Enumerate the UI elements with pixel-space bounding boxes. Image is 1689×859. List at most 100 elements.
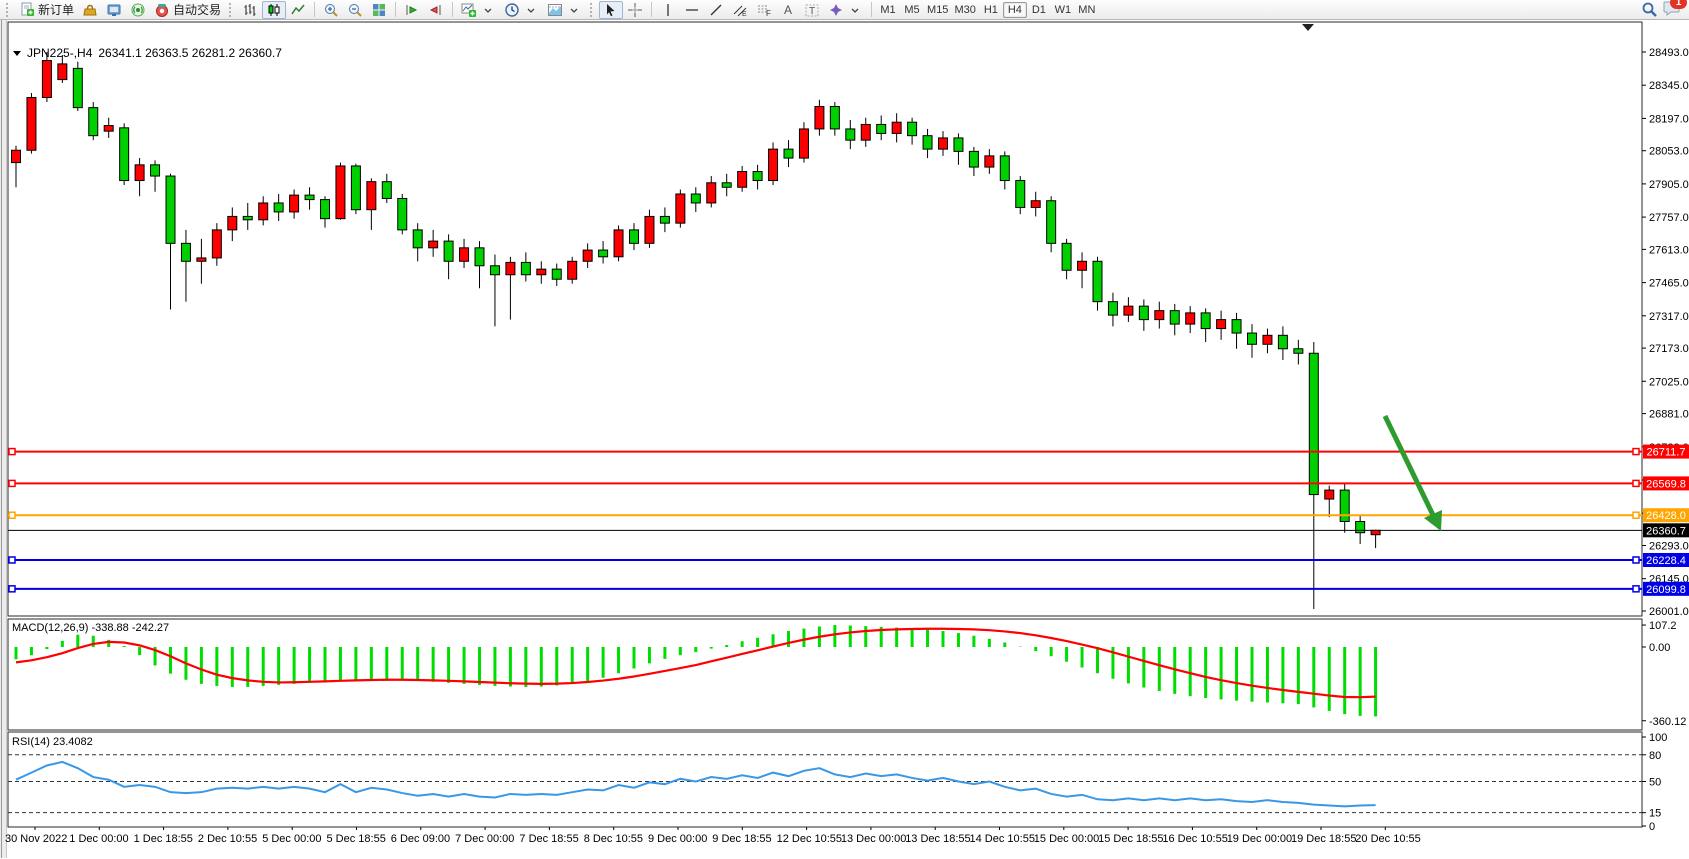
toolbar-grip xyxy=(590,3,595,17)
chevron-down-icon xyxy=(566,2,582,18)
candle xyxy=(1278,335,1287,348)
candle xyxy=(259,203,268,220)
time-tick-label: 13 Dec 18:55 xyxy=(905,833,970,845)
bar-chart-button[interactable] xyxy=(238,1,262,19)
symbol-dropdown-icon[interactable] xyxy=(13,51,21,56)
time-tick-label: 13 Dec 00:00 xyxy=(841,833,906,845)
time-axis[interactable]: 30 Nov 20221 Dec 00:001 Dec 18:552 Dec 1… xyxy=(5,827,1421,845)
symbol-info: JPN225-,H4 26341.1 26363.5 26281.2 26360… xyxy=(13,46,282,60)
candle xyxy=(1000,156,1009,181)
line-chart-button[interactable] xyxy=(286,1,310,19)
chat-button[interactable]: 1 xyxy=(1663,0,1681,19)
svg-text:26428.0: 26428.0 xyxy=(1646,510,1686,522)
indicators-button[interactable] xyxy=(457,1,500,19)
candle xyxy=(1356,521,1365,532)
candle xyxy=(1263,335,1272,344)
search-icon[interactable] xyxy=(1641,2,1657,18)
trendline-tool-button[interactable] xyxy=(704,1,728,19)
zoom-in-button[interactable] xyxy=(319,1,343,19)
periods-button[interactable] xyxy=(500,1,543,19)
candle xyxy=(1186,313,1195,324)
equidistant-channel-tool-button[interactable]: E xyxy=(728,1,752,19)
rsi-tick-label: 100 xyxy=(1649,732,1667,744)
timeframe-m30[interactable]: M30 xyxy=(951,2,978,18)
signals-icon xyxy=(130,2,146,18)
time-tick-label: 7 Dec 18:55 xyxy=(519,833,578,845)
candle xyxy=(290,195,299,212)
crosshair-icon xyxy=(627,2,643,18)
timeframe-mn[interactable]: MN xyxy=(1075,2,1099,18)
time-tick-label: 5 Dec 18:55 xyxy=(327,833,386,845)
vertical-line-icon xyxy=(660,2,676,18)
time-tick-label: 15 Dec 18:55 xyxy=(1098,833,1163,845)
deposit-button[interactable] xyxy=(78,1,102,19)
candle xyxy=(769,149,778,180)
chart-canvas[interactable]: 28493.028345.028197.028053.027905.027757… xyxy=(0,20,1689,859)
time-tick-label: 19 Dec 00:00 xyxy=(1227,833,1292,845)
text-label-tool-button[interactable]: T xyxy=(800,1,824,19)
candlestick-chart-icon xyxy=(266,2,282,18)
candlestick-chart-button[interactable] xyxy=(262,1,286,19)
timeframe-m15[interactable]: M15 xyxy=(924,2,951,18)
price-pane[interactable] xyxy=(8,22,1642,616)
timeframe-w1[interactable]: W1 xyxy=(1051,2,1075,18)
autotrading-button[interactable]: 自动交易 xyxy=(150,1,225,19)
new-order-button[interactable]: 新订单 xyxy=(15,1,78,19)
zoom-out-icon xyxy=(347,2,363,18)
fibonacci-icon: F xyxy=(756,2,772,18)
arrows-tool-button[interactable] xyxy=(824,1,867,19)
price-tick-label: 26293.0 xyxy=(1649,540,1689,552)
cursor-tool-button[interactable] xyxy=(599,1,623,19)
timeframe-m5[interactable]: M5 xyxy=(900,2,924,18)
crosshair-tool-button[interactable] xyxy=(623,1,647,19)
candle xyxy=(908,122,917,135)
candle xyxy=(583,250,592,261)
candle xyxy=(861,124,870,140)
timeframe-h1[interactable]: H1 xyxy=(979,2,1003,18)
tile-windows-button[interactable] xyxy=(367,1,391,19)
new-order-label: 新订单 xyxy=(38,1,74,18)
time-tick-label: 1 Dec 00:00 xyxy=(69,833,128,845)
vertical-line-tool-button[interactable] xyxy=(656,1,680,19)
text-tool-button[interactable]: A xyxy=(776,1,800,19)
chevron-down-icon xyxy=(480,2,496,18)
publisher-button[interactable] xyxy=(102,1,126,19)
line-handle xyxy=(9,586,15,592)
svg-text:F: F xyxy=(766,9,771,18)
zoom-out-button[interactable] xyxy=(343,1,367,19)
time-tick-label: 15 Dec 00:00 xyxy=(1034,833,1099,845)
signals-button[interactable] xyxy=(126,1,150,19)
candle xyxy=(568,261,577,279)
price-tick-label: 27613.0 xyxy=(1649,244,1689,256)
candle xyxy=(722,183,731,187)
notification-badge: 1 xyxy=(1670,0,1687,9)
candle xyxy=(413,230,422,248)
svg-text:26711.7: 26711.7 xyxy=(1647,447,1686,459)
horizontal-line-tool-button[interactable] xyxy=(680,1,704,19)
candle xyxy=(784,149,793,158)
timeframe-h4[interactable]: H4 xyxy=(1003,2,1027,18)
candle xyxy=(1170,311,1179,324)
candle xyxy=(1371,530,1380,534)
periods-icon xyxy=(504,2,520,18)
candle xyxy=(1201,313,1210,329)
templates-button[interactable] xyxy=(543,1,586,19)
fibonacci-tool-button[interactable]: F xyxy=(752,1,776,19)
candle xyxy=(676,194,685,223)
text-label-icon: T xyxy=(804,2,820,18)
price-tick-label: 27757.0 xyxy=(1649,212,1689,224)
chart-window: 28493.028345.028197.028053.027905.027757… xyxy=(0,20,1689,859)
candle xyxy=(336,166,345,219)
chart-shift-button[interactable] xyxy=(424,1,448,19)
auto-scroll-button[interactable] xyxy=(400,1,424,19)
timeframe-d1[interactable]: D1 xyxy=(1027,2,1051,18)
candle xyxy=(490,266,499,275)
timeframe-m1[interactable]: M1 xyxy=(876,2,900,18)
candle xyxy=(166,176,175,243)
candle xyxy=(630,230,639,243)
cursor-icon xyxy=(603,2,619,18)
bar-chart-icon xyxy=(242,2,258,18)
candle xyxy=(1108,302,1117,315)
candle xyxy=(104,126,113,132)
rsi-tick-label: 0 xyxy=(1649,821,1655,833)
